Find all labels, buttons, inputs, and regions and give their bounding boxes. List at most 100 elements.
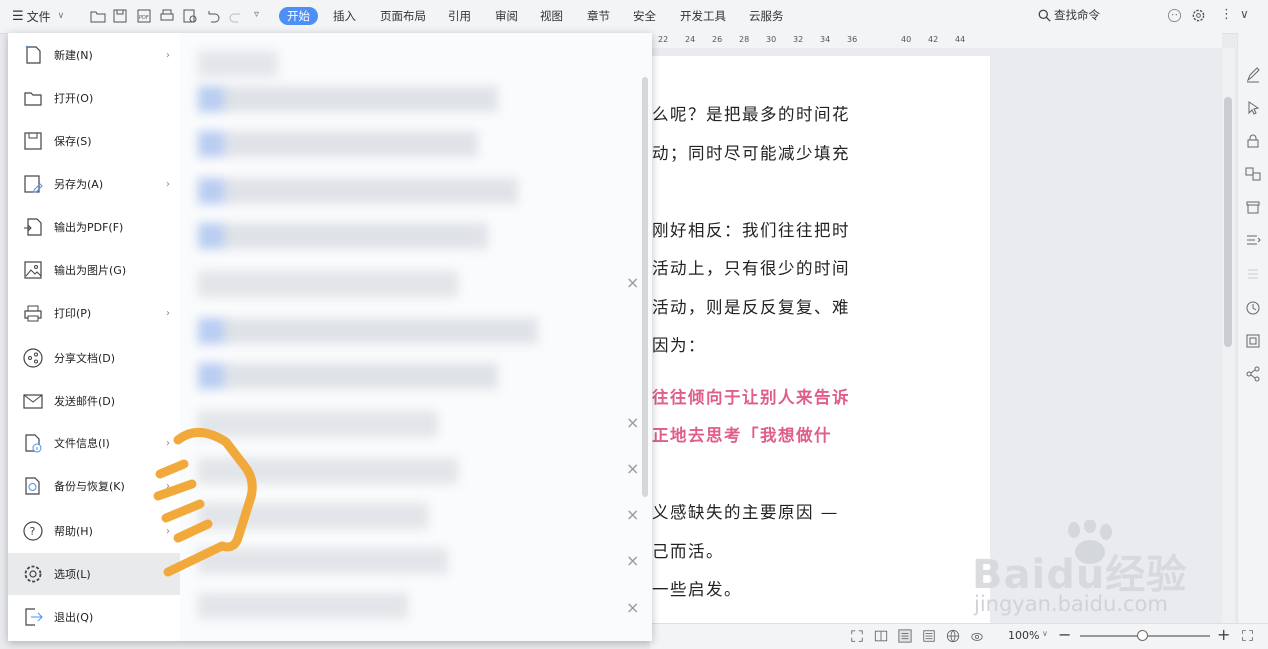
recent-item-blurred[interactable] bbox=[198, 593, 408, 619]
tab-cloud-service[interactable]: 云服务 bbox=[749, 7, 784, 25]
ruler-tick: 34 bbox=[820, 35, 831, 44]
doc-line: 动；同时尽可能减少填充 bbox=[652, 144, 850, 163]
file-menu-button[interactable]: ☰ 文件 ∨ bbox=[8, 5, 68, 27]
menu-item-label: 发送邮件(D) bbox=[54, 395, 116, 408]
history-icon[interactable] bbox=[1245, 300, 1261, 316]
tab-section[interactable]: 章节 bbox=[587, 7, 610, 25]
menu-item-exit[interactable]: 退出(Q) bbox=[8, 596, 180, 638]
zoom-dropdown-icon[interactable]: ∨ bbox=[1042, 629, 1048, 638]
menu-item-share[interactable]: 分享文档(D) bbox=[8, 337, 180, 379]
scrollbar-thumb[interactable] bbox=[1224, 97, 1232, 347]
undo-icon[interactable] bbox=[205, 8, 221, 24]
list-icon[interactable] bbox=[1245, 266, 1261, 282]
file-menu-panel: 新建(N) › 打开(O) 保存(S) 另存为(A) › 输出为PDF(F) 输… bbox=[8, 33, 652, 641]
fullscreen-icon[interactable] bbox=[850, 629, 864, 643]
close-icon[interactable]: × bbox=[626, 505, 639, 524]
web-view-icon[interactable] bbox=[946, 629, 960, 643]
tab-review[interactable]: 审阅 bbox=[495, 7, 518, 25]
close-icon[interactable]: × bbox=[626, 551, 639, 570]
ruler-tick: 28 bbox=[739, 35, 750, 44]
ruler-tick: 44 bbox=[955, 35, 966, 44]
feedback-icon[interactable] bbox=[1167, 8, 1182, 23]
menu-item-print[interactable]: 打印(P) › bbox=[8, 292, 180, 334]
more-icon[interactable]: ⋮ bbox=[1220, 7, 1233, 22]
file-info-icon bbox=[25, 434, 42, 453]
tab-references[interactable]: 引用 bbox=[448, 7, 471, 25]
menu-item-label: 打印(P) bbox=[54, 307, 92, 320]
export-pdf-icon[interactable]: PDF bbox=[136, 8, 152, 24]
pen-icon[interactable] bbox=[1245, 67, 1261, 83]
gear-icon[interactable] bbox=[1191, 8, 1206, 23]
cursor-icon[interactable] bbox=[1245, 100, 1261, 116]
zoom-slider-handle[interactable] bbox=[1137, 630, 1148, 641]
zoom-out-button[interactable]: − bbox=[1058, 625, 1071, 644]
collapse-ribbon-icon[interactable]: ∨ bbox=[1240, 7, 1249, 21]
ruler-tick: 40 bbox=[901, 35, 912, 44]
chevron-down-icon: ∨ bbox=[57, 11, 65, 21]
menu-item-open[interactable]: 打开(O) bbox=[8, 77, 180, 119]
redo-icon[interactable] bbox=[228, 8, 244, 24]
zoom-in-button[interactable]: + bbox=[1217, 625, 1230, 644]
recent-list-scrollbar[interactable] bbox=[642, 77, 648, 497]
right-sidebar bbox=[1237, 33, 1268, 623]
menu-item-export-image[interactable]: 输出为图片(G) bbox=[8, 249, 180, 291]
fit-window-icon[interactable] bbox=[1241, 629, 1254, 642]
menu-item-send-email[interactable]: 发送邮件(D) bbox=[8, 380, 180, 422]
archive-icon[interactable] bbox=[1245, 199, 1261, 215]
recent-item-blurred[interactable] bbox=[198, 223, 488, 249]
menu-item-save[interactable]: 保存(S) bbox=[8, 120, 180, 162]
page-view-icon[interactable] bbox=[898, 629, 912, 643]
tab-view[interactable]: 视图 bbox=[540, 7, 563, 25]
outline-view-icon[interactable] bbox=[922, 629, 936, 643]
print-preview-icon[interactable] bbox=[182, 8, 198, 24]
zoom-level[interactable]: 100% bbox=[1008, 629, 1039, 642]
menu-item-new[interactable]: 新建(N) › bbox=[8, 34, 180, 76]
save-icon bbox=[24, 132, 42, 150]
share-icon[interactable] bbox=[1245, 366, 1261, 382]
doc-line-highlight: 正地去思考「我想做什 bbox=[652, 426, 832, 445]
command-search[interactable]: 查找命令 bbox=[1038, 7, 1100, 23]
baidu-watermark: Baidu经验 jingyan.baidu.com bbox=[972, 520, 1212, 616]
menu-item-label: 文件信息(I) bbox=[54, 437, 110, 450]
recent-item-blurred[interactable] bbox=[198, 363, 498, 389]
horizontal-ruler: 22 24 26 28 30 32 34 36 40 42 44 bbox=[650, 33, 1222, 48]
translate-icon[interactable] bbox=[1245, 166, 1261, 182]
ruler-tick: 42 bbox=[928, 35, 939, 44]
open-folder-icon[interactable] bbox=[90, 8, 106, 24]
image-frame-icon[interactable] bbox=[1245, 333, 1261, 349]
submenu-arrow-icon: › bbox=[166, 49, 170, 61]
recent-item-blurred[interactable] bbox=[198, 131, 478, 157]
tab-insert[interactable]: 插入 bbox=[333, 7, 356, 25]
quick-access-dropdown-icon[interactable]: ▿ bbox=[254, 9, 259, 20]
tab-home[interactable]: 开始 bbox=[279, 7, 318, 25]
outline-icon[interactable] bbox=[1245, 233, 1261, 249]
tab-page-layout[interactable]: 页面布局 bbox=[380, 7, 426, 25]
doc-line: 活动，则是反反复复、难 bbox=[652, 298, 850, 317]
close-icon[interactable]: × bbox=[626, 598, 639, 617]
menu-item-label: 分享文档(D) bbox=[54, 352, 116, 365]
recent-item-blurred[interactable] bbox=[198, 318, 538, 344]
menu-item-label: 另存为(A) bbox=[54, 178, 104, 191]
save-icon[interactable] bbox=[112, 8, 128, 24]
lock-icon[interactable] bbox=[1245, 133, 1261, 149]
ruler-tick: 22 bbox=[658, 35, 669, 44]
recent-item-blurred[interactable] bbox=[198, 86, 498, 112]
tab-security[interactable]: 安全 bbox=[633, 7, 656, 25]
close-icon[interactable]: × bbox=[626, 273, 639, 292]
recent-item-blurred[interactable] bbox=[198, 271, 458, 297]
close-icon[interactable]: × bbox=[626, 413, 639, 432]
close-icon[interactable]: × bbox=[626, 459, 639, 478]
svg-text:?: ? bbox=[30, 525, 36, 538]
print-icon[interactable] bbox=[159, 8, 175, 24]
ruler-tick: 36 bbox=[847, 35, 858, 44]
document-page[interactable]: 么呢？是把最多的时间花 动；同时尽可能减少填充 刚好相反：我们往往把时 活动上，… bbox=[652, 56, 990, 646]
recent-item-blurred[interactable] bbox=[198, 178, 518, 204]
read-mode-icon[interactable] bbox=[874, 629, 888, 643]
menu-item-save-as[interactable]: 另存为(A) › bbox=[8, 163, 180, 205]
tab-developer[interactable]: 开发工具 bbox=[680, 7, 726, 25]
status-bar: 100% ∨ − + bbox=[650, 623, 1268, 649]
watermark-url: jingyan.baidu.com bbox=[974, 592, 1168, 616]
menu-item-export-pdf[interactable]: 输出为PDF(F) bbox=[8, 206, 180, 248]
eye-protection-icon[interactable] bbox=[970, 629, 984, 643]
doc-line: 一些启发。 bbox=[652, 580, 742, 599]
